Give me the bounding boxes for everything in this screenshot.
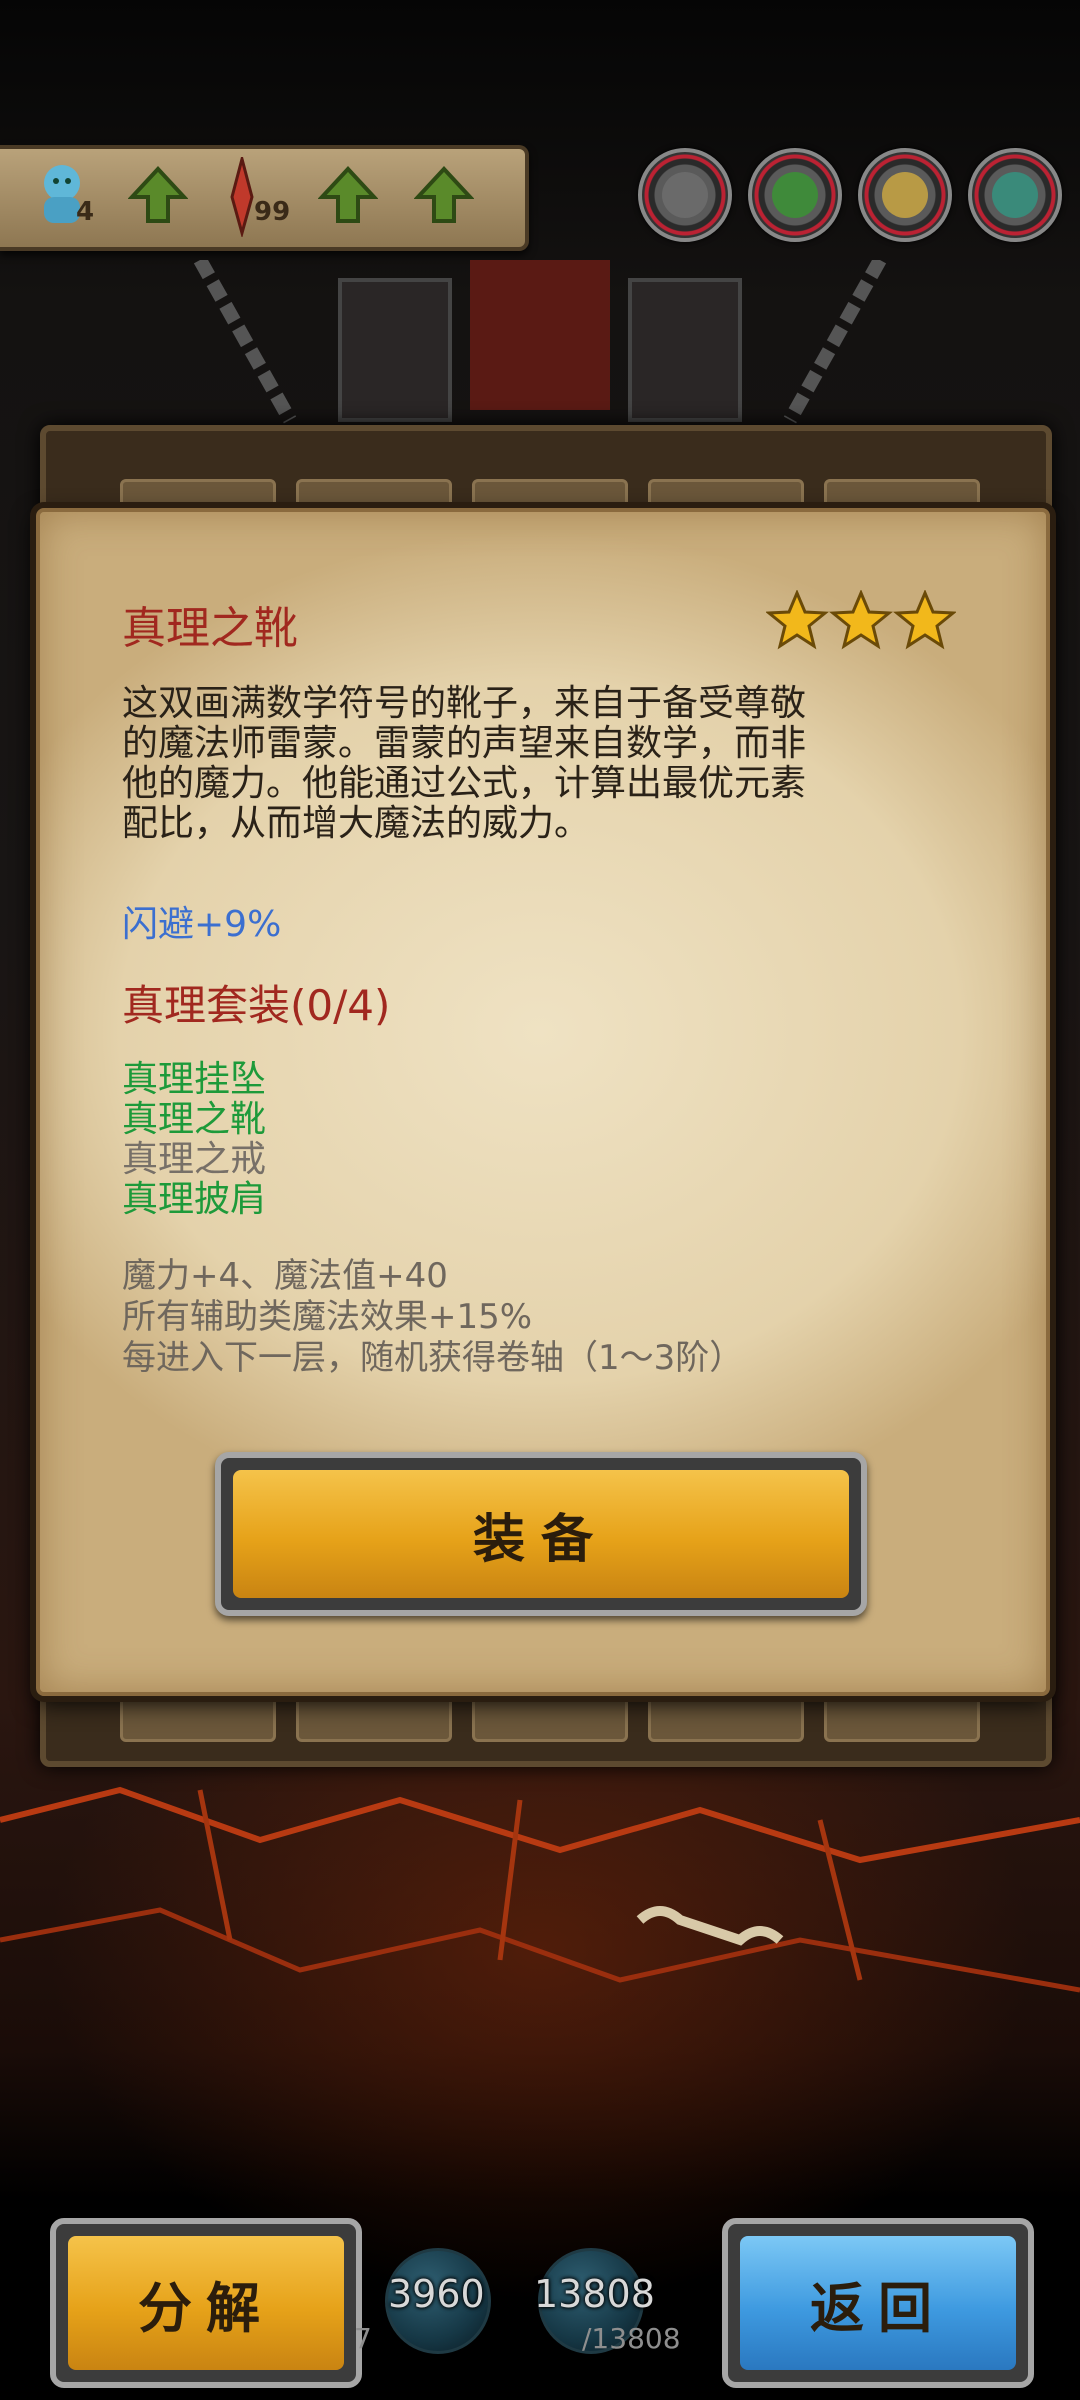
description-line: 的魔法师雷蒙。雷蒙的声望来自数学，而非 <box>122 723 807 764</box>
set-bonus-line: 魔力+4、魔法值+40 <box>122 1256 448 1296</box>
set-bonus-line: 所有辅助类魔法效果+15% <box>122 1297 533 1337</box>
hero-portrait-4[interactable] <box>968 148 1062 242</box>
resource-value: 3960 <box>388 2272 485 2316</box>
item-name: 真理之靴 <box>122 603 298 654</box>
portrait-face <box>882 172 928 218</box>
equip-button-label: 装备 <box>233 1470 849 1598</box>
shelf-slot <box>824 1696 980 1742</box>
description-line: 配比，从而增大魔法的威力。 <box>122 803 591 844</box>
set-item-missing: 真理之戒 <box>122 1139 267 1180</box>
back-button[interactable]: 返回 <box>722 2218 1034 2388</box>
mana-value: 13808 <box>534 2272 655 2316</box>
resource-sub: 7 <box>354 2322 372 2355</box>
star-rating <box>766 590 956 650</box>
shelf-slot <box>472 1696 628 1742</box>
shelf-slot <box>648 1696 804 1742</box>
arrow-up-icon[interactable] <box>414 165 474 225</box>
shelf-slot <box>120 1696 276 1742</box>
set-item-list: 真理挂坠 真理之靴 真理之戒 真理披肩 <box>122 1060 266 1220</box>
player-count: 4 <box>76 197 95 227</box>
arrow-up-icon[interactable] <box>318 165 378 225</box>
hero-portrait-2[interactable] <box>748 148 842 242</box>
decompose-button[interactable]: 分解 <box>50 2218 362 2388</box>
portrait-face <box>772 172 818 218</box>
star-icon <box>829 590 893 650</box>
item-detail-dialog: 真理之靴 这双画满数学符号的靴子，来自于备受尊敬 的魔法师雷蒙。雷蒙的声望来自数… <box>36 508 1050 1696</box>
set-item-owned: 真理挂坠 <box>122 1059 267 1100</box>
status-bar: 4 99 <box>0 145 529 251</box>
sword-count: 99 <box>254 197 291 227</box>
back-button-label: 返回 <box>740 2236 1016 2370</box>
decompose-button-label: 分解 <box>68 2236 344 2370</box>
set-item-owned: 真理披肩 <box>122 1179 267 1220</box>
set-title: 真理套装(0/4) <box>122 981 391 1030</box>
shelf-slot <box>296 1696 452 1742</box>
description-line: 他的魔力。他能通过公式，计算出最优元素 <box>122 763 807 804</box>
item-stat: 闪避+9% <box>122 904 282 945</box>
hero-portrait-1[interactable] <box>638 148 732 242</box>
mana-max: /13808 <box>582 2322 681 2355</box>
star-icon <box>766 590 829 650</box>
set-item-owned: 真理之靴 <box>122 1099 267 1140</box>
arrow-up-icon[interactable] <box>128 165 188 225</box>
star-icon <box>893 590 956 650</box>
hero-portrait-3[interactable] <box>858 148 952 242</box>
set-bonus: 魔力+4、魔法值+40 所有辅助类魔法效果+15% 每进入下一层，随机获得卷轴（… <box>122 1256 743 1379</box>
portrait-face <box>662 172 708 218</box>
set-bonus-line: 每进入下一层，随机获得卷轴（1～3阶） <box>122 1338 744 1378</box>
item-description: 这双画满数学符号的靴子，来自于备受尊敬 的魔法师雷蒙。雷蒙的声望来自数学，而非 … <box>122 684 962 844</box>
chains-decoration <box>193 260 887 424</box>
lava-floor <box>0 1786 1080 1993</box>
equip-button[interactable]: 装备 <box>215 1452 867 1616</box>
portrait-face <box>992 172 1038 218</box>
description-line: 这双画满数学符号的靴子，来自于备受尊敬 <box>122 683 807 724</box>
